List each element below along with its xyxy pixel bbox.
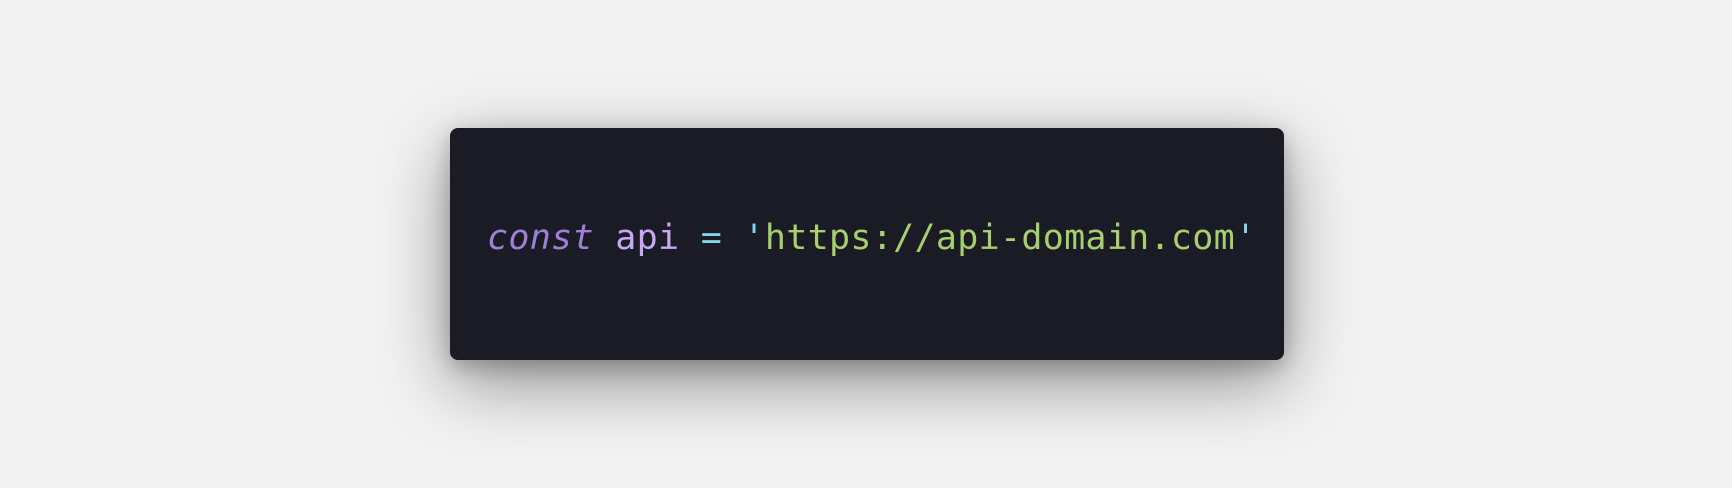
keyword-token: const bbox=[487, 217, 594, 258]
string-open-quote: ' bbox=[743, 217, 765, 258]
identifier-token: api bbox=[615, 217, 680, 258]
string-close-quote: ' bbox=[1235, 217, 1257, 258]
code-snippet-card: const api = 'https://api-domain.com' bbox=[450, 128, 1284, 360]
string-literal-token: https://api-domain.com bbox=[764, 217, 1236, 258]
code-line: const api = 'https://api-domain.com' bbox=[487, 217, 1257, 258]
operator-token: = bbox=[700, 217, 723, 258]
